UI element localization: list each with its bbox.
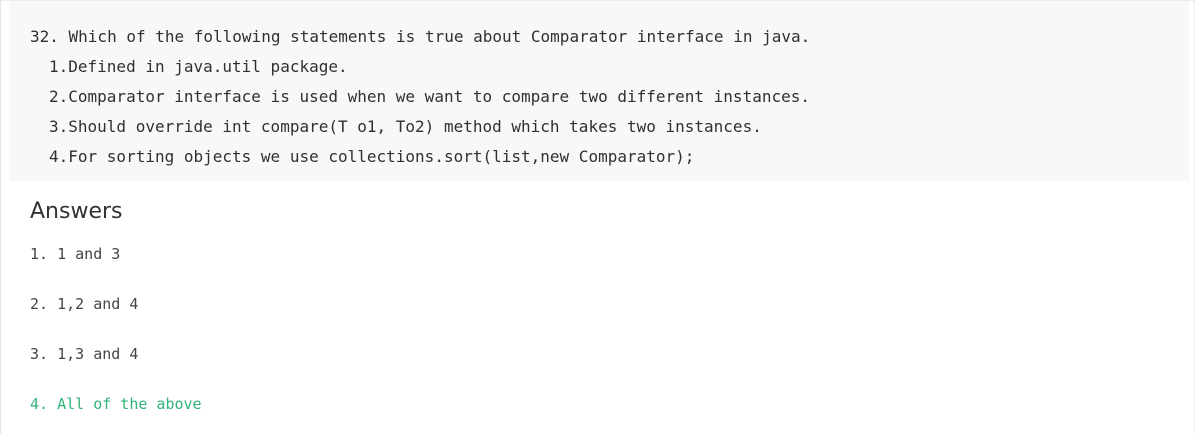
answer-option-4-correct[interactable]: 4. All of the above <box>30 394 202 414</box>
answer-option-2[interactable]: 2. 1,2 and 4 <box>30 294 138 314</box>
statement-4: 4.For sorting objects we use collections… <box>49 147 695 166</box>
statement-2: 2.Comparator interface is used when we w… <box>49 87 810 106</box>
statement-3: 3.Should override int compare(T o1, To2)… <box>49 117 762 136</box>
question-stem: 32. Which of the following statements is… <box>30 27 811 46</box>
page: 32. Which of the following statements is… <box>0 0 1195 434</box>
answer-option-1[interactable]: 1. 1 and 3 <box>30 244 120 264</box>
answers-heading: Answers <box>30 199 123 224</box>
answer-option-3[interactable]: 3. 1,3 and 4 <box>30 344 138 364</box>
statement-1: 1.Defined in java.util package. <box>49 57 348 76</box>
